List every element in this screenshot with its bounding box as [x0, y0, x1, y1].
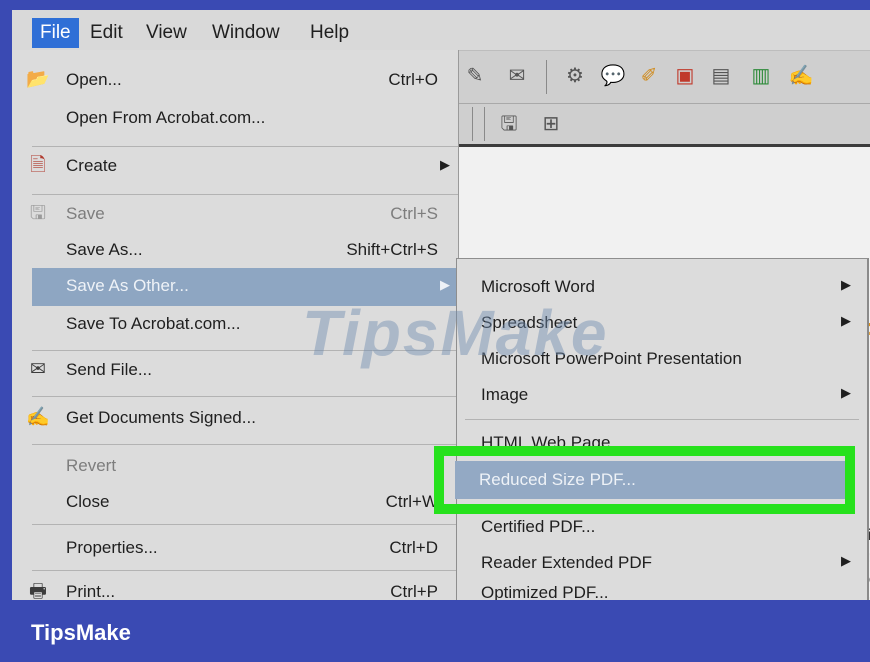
toolbar-divider [484, 107, 485, 141]
main-toolbar: ✎ ✉ ⚙ 💬 ✐ ▣ ▤ ▥ ✍ [458, 51, 870, 104]
submenu-arrow-icon: ▶ [841, 385, 851, 400]
menu-item-shortcut: Ctrl+P [390, 582, 438, 600]
submenu-arrow-icon: ▶ [440, 157, 450, 172]
sign-document-icon: ✍ [26, 407, 50, 428]
save-disk-icon[interactable]: 🖫 [496, 111, 522, 137]
menu-edit[interactable]: Edit [90, 20, 123, 46]
submenu-item-label: Optimized PDF... [481, 583, 609, 600]
brand-bar: TipsMake [0, 600, 870, 662]
submenu-arrow-icon: ▶ [841, 553, 851, 568]
menu-separator [32, 444, 458, 445]
highlight-icon[interactable]: ✐ [636, 63, 662, 89]
submenu-item-certified-pdf[interactable]: Certified PDF... [457, 509, 867, 545]
sign-tool-icon[interactable]: ✎ [462, 63, 488, 89]
menu-item-label: Open From Acrobat.com... [66, 108, 266, 127]
menu-item-label: Save To Acrobat.com... [66, 314, 241, 333]
submenu-arrow-icon: ▶ [841, 277, 851, 292]
open-folder-icon: 📂 [26, 69, 50, 90]
submenu-item-label: Microsoft Word [481, 277, 595, 296]
settings-gear-icon[interactable]: ⚙ [562, 63, 588, 89]
menu-item-print[interactable]: 🖶 Print... Ctrl+P [12, 574, 458, 600]
menu-item-open-from-acrobat[interactable]: Open From Acrobat.com... [12, 100, 458, 136]
menu-item-label: Close [66, 492, 110, 511]
menu-item-create[interactable]: 🗎 Create ▶ [12, 148, 458, 184]
secondary-toolbar: 🖫 ⊞ [458, 104, 870, 147]
submenu-item-optimized-pdf[interactable]: Optimized PDF... [457, 575, 867, 600]
menu-item-shortcut: Ctrl+S [390, 204, 438, 223]
save-icon: 🖫 [29, 203, 47, 224]
app-window: File Edit View Window Help ✎ ✉ ⚙ 💬 ✐ ▣ ▤… [12, 10, 870, 600]
menu-separator [465, 419, 859, 420]
menu-bar: File Edit View Window Help [12, 10, 870, 51]
printer-icon: 🖶 [29, 581, 47, 600]
submenu-item-label: Certified PDF... [481, 517, 596, 536]
menu-window[interactable]: Window [212, 20, 280, 46]
brand-logo-text: TipsMake [31, 620, 131, 645]
menu-item-save: 🖫 Save Ctrl+S [12, 196, 458, 232]
toolbar-divider [472, 107, 473, 141]
submenu-arrow-icon: ▶ [841, 313, 851, 328]
toolbar-divider [546, 60, 547, 94]
edit-document-icon[interactable]: ✍ [788, 63, 814, 89]
menu-item-open[interactable]: 📂 Open... Ctrl+O [12, 62, 458, 98]
submenu-item-label: Image [481, 385, 529, 404]
menu-item-shortcut: Ctrl+W [385, 492, 438, 511]
menu-item-label: Print... [66, 582, 116, 600]
menu-item-label: Get Documents Signed... [66, 408, 256, 427]
envelope-icon: ✉ [30, 359, 46, 380]
menu-item-shortcut: Ctrl+O [388, 70, 438, 89]
menu-item-properties[interactable]: Properties... Ctrl+D [12, 530, 458, 566]
delete-page-icon[interactable]: ▣ [672, 63, 698, 89]
menu-item-label: Create [66, 156, 118, 175]
export-icon[interactable]: ▥ [748, 63, 774, 89]
menu-item-label: Properties... [66, 538, 158, 557]
menu-view[interactable]: View [146, 20, 187, 46]
submenu-arrow-icon: ▶ [440, 277, 450, 292]
menu-item-label: Send File... [66, 360, 152, 379]
menu-item-label: Open... [66, 70, 122, 89]
menu-item-label: Save As Other... [66, 276, 189, 295]
menu-separator [32, 194, 458, 195]
menu-separator [32, 396, 458, 397]
callout-highlight-box [434, 446, 855, 514]
submenu-item-image[interactable]: Image ▶ [457, 377, 867, 413]
menu-separator [32, 570, 458, 571]
menu-separator [32, 146, 458, 147]
menu-item-get-documents-signed[interactable]: ✍ Get Documents Signed... [12, 400, 458, 436]
submenu-item-label: Reader Extended PDF [481, 553, 653, 572]
fit-page-icon[interactable]: ⊞ [538, 111, 564, 137]
menu-file[interactable]: File [32, 18, 79, 48]
menu-item-shortcut: Ctrl+D [389, 538, 438, 557]
menu-help[interactable]: Help [310, 20, 349, 46]
create-pdf-icon: 🗎 [30, 155, 46, 176]
menu-item-label: Save [66, 204, 105, 223]
menu-separator [32, 524, 458, 525]
comment-icon[interactable]: 💬 [600, 63, 626, 89]
watermark: TipsMake [302, 297, 609, 369]
menu-item-label: Save As... [66, 240, 143, 259]
menu-item-close[interactable]: Close Ctrl+W [12, 484, 458, 520]
email-icon[interactable]: ✉ [504, 63, 530, 89]
menu-item-shortcut: Shift+Ctrl+S [346, 240, 438, 259]
menu-item-revert: Revert [12, 448, 458, 484]
menu-item-label: Revert [66, 456, 117, 475]
menu-item-save-as[interactable]: Save As... Shift+Ctrl+S [12, 232, 458, 268]
document-icon[interactable]: ▤ [708, 63, 734, 89]
